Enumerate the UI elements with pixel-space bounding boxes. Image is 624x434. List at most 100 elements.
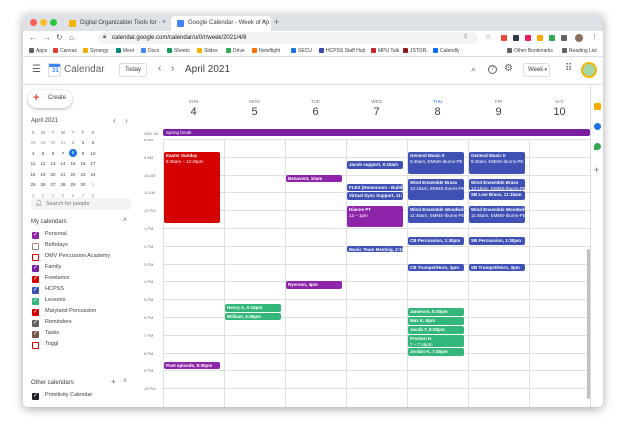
extensions-puzzle-icon[interactable] bbox=[561, 35, 567, 41]
extension-icon[interactable] bbox=[513, 35, 519, 41]
calendar-event[interactable]: Jameson, 5:30pm bbox=[408, 308, 464, 316]
calendar-list-item[interactable]: ✓ HCPSS bbox=[32, 286, 64, 297]
mini-calendar-day[interactable]: 27 bbox=[48, 180, 58, 191]
mini-calendar-day[interactable]: 29 bbox=[68, 180, 78, 191]
day-header[interactable]: SUN 4 bbox=[163, 85, 224, 118]
calendar-event[interactable]: CB Percussion, 1:30pm bbox=[408, 236, 464, 245]
calendar-event[interactable]: General Music II 8:45am, EMMS-Iburns-PE bbox=[469, 152, 525, 174]
search-icon[interactable]: ⌕ bbox=[471, 64, 476, 75]
share-icon[interactable]: ⇪ bbox=[463, 33, 468, 40]
url-input[interactable]: 🔒︎ calendar.google.com/calendar/u/0/r/we… bbox=[98, 32, 478, 44]
calendar-event[interactable]: Henry A, 5:15pm bbox=[225, 303, 281, 312]
calendar-event[interactable]: SB Percussion, 1:30pm bbox=[469, 236, 525, 245]
calendar-checkbox[interactable]: ✓ bbox=[32, 265, 39, 272]
mini-calendar-day[interactable]: 9 bbox=[78, 148, 88, 159]
calendar-event[interactable]: William, 5:45pm bbox=[225, 312, 281, 321]
calendar-event[interactable]: Wind Ensemble Brass 10:15am, EMMS-Iburns-… bbox=[469, 179, 525, 190]
prev-week-icon[interactable]: ‹ bbox=[158, 63, 161, 74]
add-addon-icon[interactable]: + bbox=[594, 165, 599, 175]
bookmark-apps[interactable]: Apps bbox=[29, 48, 47, 54]
maximize-window-button[interactable] bbox=[50, 19, 57, 26]
calendar-list-item[interactable]: ✓ Primitivity Calendar bbox=[32, 392, 92, 403]
add-calendar-icon[interactable]: + bbox=[111, 377, 116, 386]
calendar-event[interactable]: Jordan K, 7:45pm bbox=[408, 348, 464, 357]
extension-icon[interactable] bbox=[537, 35, 543, 41]
mini-calendar-day[interactable]: 8 bbox=[68, 148, 78, 159]
bookmark-meet[interactable]: Meet bbox=[116, 48, 134, 54]
back-arrow-icon[interactable]: ← bbox=[29, 33, 37, 42]
star-icon[interactable]: ☆ bbox=[485, 33, 491, 41]
mini-calendar-day[interactable]: 31 bbox=[58, 138, 68, 149]
close-window-button[interactable] bbox=[30, 19, 37, 26]
chevron-up-icon[interactable]: ˄ bbox=[123, 217, 127, 224]
calendar-event[interactable]: Wind Ensemble Woodwinds 11:45am, EMMS-Ibu… bbox=[469, 205, 525, 223]
mini-calendar-day[interactable]: 17 bbox=[88, 159, 98, 170]
mini-calendar-day[interactable]: 29 bbox=[38, 138, 48, 149]
calendar-checkbox[interactable]: ✓ bbox=[32, 232, 39, 239]
profile-avatar[interactable] bbox=[575, 34, 583, 42]
calendar-event[interactable]: General Music II 8:45am, EMMS-Iburns-PE bbox=[408, 152, 464, 174]
calendar-list-item[interactable]: ✓ Personal bbox=[32, 231, 67, 242]
allday-event[interactable]: Spring break bbox=[163, 129, 590, 136]
mini-calendar-day[interactable]: 4 bbox=[28, 148, 38, 159]
calendar-list-item[interactable]: ✓ Lessons bbox=[32, 297, 66, 308]
calendar-checkbox[interactable]: ✓ bbox=[32, 331, 39, 338]
mini-calendar-day[interactable]: 7 bbox=[58, 148, 68, 159]
other-calendars-heading[interactable]: Other calendars bbox=[31, 380, 74, 386]
create-button[interactable]: + Create bbox=[28, 90, 72, 108]
account-avatar[interactable] bbox=[581, 62, 597, 78]
mini-calendar-day[interactable]: 20 bbox=[48, 169, 58, 180]
calendar-event[interactable]: Virtual Sync Support, 11: bbox=[347, 192, 403, 201]
mini-calendar-day[interactable]: 2 bbox=[78, 138, 88, 149]
day-header[interactable]: SAT 10 bbox=[529, 85, 590, 118]
tasks-icon[interactable] bbox=[594, 123, 601, 130]
calendar-event[interactable]: Music Team Meeting, 2:15 bbox=[347, 245, 403, 252]
settings-gear-icon[interactable]: ⚙ bbox=[504, 63, 513, 74]
bookmark-calendly[interactable]: Calendly bbox=[433, 48, 459, 54]
mini-calendar-day[interactable]: 18 bbox=[28, 169, 38, 180]
bookmark-synergy[interactable]: Synergy bbox=[83, 48, 108, 54]
mini-calendar-day[interactable]: 11 bbox=[28, 159, 38, 170]
calendar-checkbox[interactable]: ✓ bbox=[32, 276, 39, 283]
day-header[interactable]: THU 8 bbox=[407, 85, 468, 118]
bookmark-secu[interactable]: SECU bbox=[291, 48, 312, 54]
calendar-list-item[interactable]: DMV Percussion Academy bbox=[32, 253, 110, 264]
other-bookmarks[interactable]: Other Bookmarks bbox=[507, 48, 553, 54]
bookmark-canvas[interactable]: Canvas bbox=[53, 48, 77, 54]
mini-next-icon[interactable]: › bbox=[125, 116, 128, 125]
calendar-event[interactable]: Ryerson, 4pm bbox=[286, 281, 342, 290]
calendar-list-item[interactable]: ✓ Family bbox=[32, 264, 61, 275]
mini-calendar-day[interactable]: 1 bbox=[68, 138, 78, 149]
bookmark-mpu-talk[interactable]: MPU Talk bbox=[371, 48, 399, 54]
keep-icon[interactable] bbox=[594, 103, 601, 110]
calendar-event[interactable]: Jacob support, 9:15am bbox=[347, 161, 403, 170]
bookmark-jstor[interactable]: JSTOR bbox=[403, 48, 426, 54]
calendar-checkbox[interactable]: ✓ bbox=[32, 309, 39, 316]
mini-calendar-day[interactable]: 12 bbox=[38, 159, 48, 170]
mini-calendar-day[interactable]: 30 bbox=[48, 138, 58, 149]
bookmark-hcpss-staff-hub[interactable]: HCPSS Staff Hub bbox=[319, 48, 365, 54]
calendar-event[interactable]: Benavent, 10am bbox=[286, 174, 342, 183]
calendar-event[interactable]: Max K, 6pm bbox=[408, 317, 464, 325]
calendar-list-item[interactable]: ✓ Reminders bbox=[32, 319, 72, 330]
view-select[interactable]: Week ▾ bbox=[523, 63, 550, 77]
day-header[interactable]: TUE 6 bbox=[285, 85, 346, 118]
calendar-list-item[interactable]: ✓ Maryland Percussion bbox=[32, 308, 96, 319]
calendar-checkbox[interactable] bbox=[32, 342, 39, 349]
mini-calendar-day[interactable]: 16 bbox=[78, 159, 88, 170]
mini-calendar-day[interactable]: 6 bbox=[48, 148, 58, 159]
mini-calendar-day[interactable]: 25 bbox=[28, 180, 38, 191]
mini-calendar-day[interactable]: 19 bbox=[38, 169, 48, 180]
mini-calendar-day[interactable]: 22 bbox=[68, 169, 78, 180]
calendar-event[interactable]: Preston H7 – 7:45pm bbox=[408, 334, 464, 348]
calendar-list-item[interactable]: ✓ Tasks bbox=[32, 330, 59, 341]
day-header[interactable]: WED 7 bbox=[346, 85, 407, 118]
help-icon[interactable]: ? bbox=[488, 65, 497, 74]
calendar-event[interactable]: SB Trumpet/Horn, 3pm bbox=[469, 263, 525, 272]
calendar-checkbox[interactable]: ✓ bbox=[32, 393, 39, 400]
mini-calendar-day[interactable]: 14 bbox=[58, 159, 68, 170]
calendar-checkbox[interactable]: ✓ bbox=[32, 287, 39, 294]
bookmark-docs[interactable]: Docs bbox=[141, 48, 159, 54]
next-week-icon[interactable]: › bbox=[171, 63, 174, 74]
mini-calendar-day[interactable]: 21 bbox=[58, 169, 68, 180]
